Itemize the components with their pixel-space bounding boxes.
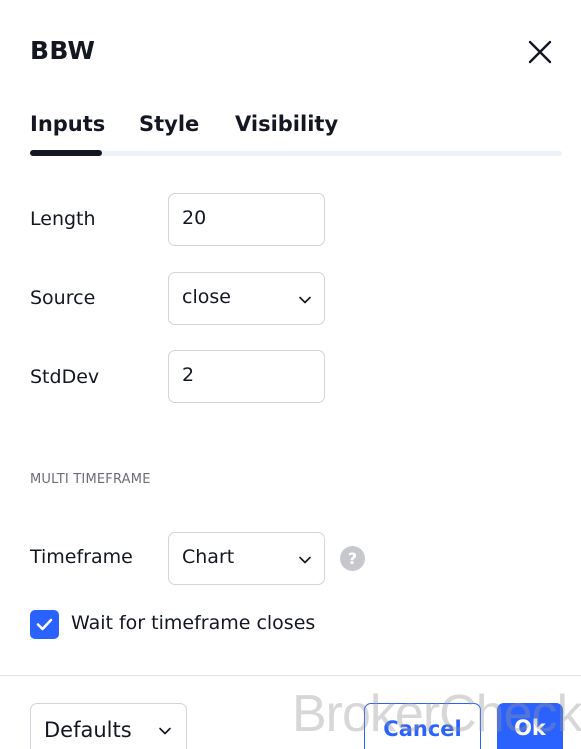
wait-for-timeframe-label[interactable]: Wait for timeframe closes <box>71 612 315 634</box>
defaults-label: Defaults <box>44 718 132 742</box>
close-icon <box>528 40 552 64</box>
question-mark-icon[interactable]: ? <box>340 546 365 571</box>
close-button[interactable] <box>522 34 558 70</box>
length-input[interactable]: 20 <box>168 193 325 246</box>
timeframe-label: Timeframe <box>30 546 133 568</box>
stddev-input[interactable]: 2 <box>168 350 325 403</box>
chevron-down-icon <box>299 556 311 564</box>
defaults-dropdown[interactable]: Defaults <box>30 703 187 749</box>
length-value: 20 <box>182 207 207 229</box>
source-select[interactable]: close <box>168 272 325 325</box>
tab-rail <box>30 151 562 156</box>
tab-visibility[interactable]: Visibility <box>235 112 338 136</box>
tab-inputs[interactable]: Inputs <box>30 112 105 136</box>
active-tab-indicator <box>30 150 102 156</box>
stddev-value: 2 <box>182 364 195 386</box>
footer-divider <box>0 675 581 676</box>
wait-for-timeframe-checkbox[interactable] <box>30 610 59 639</box>
ok-button[interactable]: Ok <box>497 703 563 749</box>
chevron-down-icon <box>299 296 311 304</box>
cancel-button[interactable]: Cancel <box>364 703 481 749</box>
dialog-title: BBW <box>30 36 96 65</box>
tab-bar: Inputs Style Visibility <box>30 112 562 157</box>
length-label: Length <box>30 208 96 230</box>
multi-timeframe-header: MULTI TIMEFRAME <box>30 472 151 487</box>
stddev-label: StdDev <box>30 366 100 388</box>
source-value: close <box>182 286 231 308</box>
timeframe-select[interactable]: Chart <box>168 532 325 585</box>
source-label: Source <box>30 287 96 309</box>
chevron-down-icon <box>159 727 171 735</box>
timeframe-value: Chart <box>182 546 235 568</box>
tab-style[interactable]: Style <box>139 112 199 136</box>
checkmark-icon <box>36 618 53 631</box>
